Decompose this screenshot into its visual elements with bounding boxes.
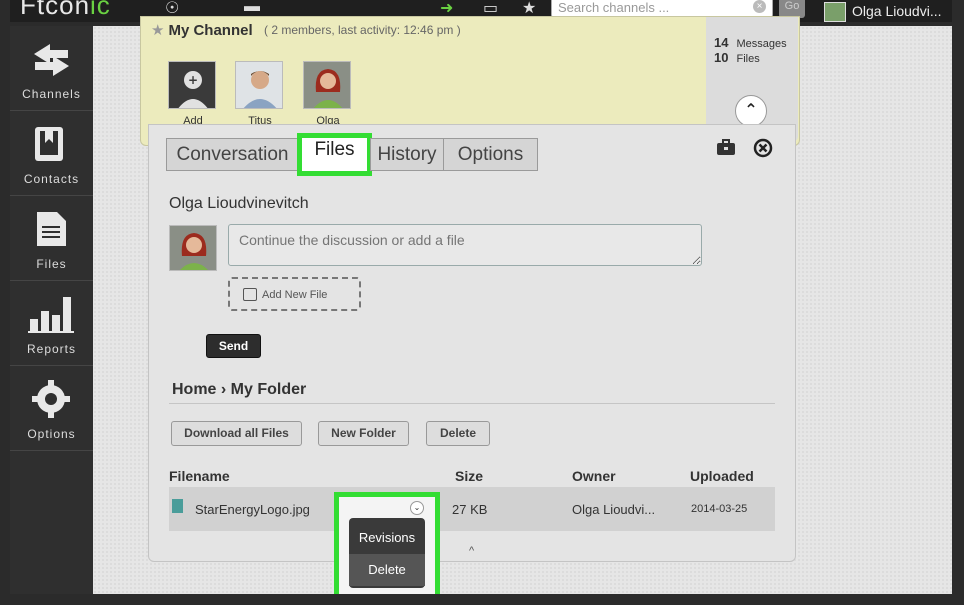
main-content: ★ My Channel ( 2 members, last activity: … — [93, 16, 952, 594]
row-actions-toggle[interactable]: ⌄ — [410, 501, 424, 515]
context-menu: Revisions Delete — [349, 518, 425, 588]
chevron-down-icon: ⌄ — [413, 503, 421, 512]
sidebar-item-options[interactable]: Options — [10, 366, 93, 451]
avatar — [235, 61, 283, 109]
send-button[interactable]: Send — [206, 334, 261, 358]
scroll-up-icon[interactable]: ^ — [469, 545, 474, 557]
member-titus[interactable]: Titus — [235, 61, 285, 127]
new-folder-button[interactable]: New Folder — [318, 421, 409, 446]
svg-text:+: + — [188, 73, 198, 87]
delete-button[interactable]: Delete — [426, 421, 490, 446]
add-member-icon: + — [168, 61, 216, 109]
user-avatar[interactable] — [824, 2, 846, 22]
collapse-button[interactable]: ⌃ — [735, 95, 767, 127]
column-header-uploaded[interactable]: Uploaded — [690, 468, 754, 484]
file-owner: Olga Lioudvi... — [572, 502, 656, 517]
bar-chart-icon — [28, 297, 74, 333]
files-stat: 10 Files — [714, 50, 760, 65]
tab-options[interactable]: Options — [443, 138, 538, 171]
menu-item-delete[interactable]: Delete — [349, 554, 425, 586]
file-uploaded: 2014-03-25 — [691, 503, 748, 515]
divider — [169, 403, 775, 404]
sidebar-item-label: Options — [27, 427, 76, 441]
file-icon — [37, 212, 66, 246]
app-logo[interactable]: Ftconic — [20, 0, 111, 21]
tab-files[interactable]: Files — [297, 133, 372, 176]
sidebar-item-label: Contacts — [23, 172, 80, 186]
sidebar-item-label: Channels — [22, 87, 81, 101]
column-header-owner[interactable]: Owner — [572, 468, 616, 484]
table-row[interactable]: StarEnergyLogo.jpg 27 KB Olga Lioudvi...… — [169, 487, 775, 531]
arrows-icon — [34, 44, 69, 76]
sidebar-item-label: Reports — [26, 342, 77, 356]
column-header-filename[interactable]: Filename — [169, 468, 230, 484]
messages-stat: 14 Messages — [714, 35, 787, 50]
breadcrumb[interactable]: Home › My Folder — [172, 381, 306, 399]
add-member-button[interactable]: + Add — [168, 61, 218, 127]
sidebar-item-contacts[interactable]: Contacts — [10, 111, 93, 196]
window-frame-bottom — [0, 594, 964, 605]
film-icon — [243, 288, 257, 301]
message-input[interactable] — [228, 224, 702, 266]
inbox-icon[interactable]: ▬ — [244, 0, 260, 16]
sidebar-item-label: Files — [36, 257, 67, 271]
file-name[interactable]: StarEnergyLogo.jpg — [195, 502, 310, 517]
avatar — [169, 225, 217, 271]
sidebar: Channels Contacts Files Reports Options — [10, 26, 93, 594]
channel-title: ★ My Channel — [151, 22, 253, 39]
window-frame-left — [0, 0, 10, 605]
tab-conversation[interactable]: Conversation — [166, 138, 299, 171]
tab-history[interactable]: History — [370, 138, 444, 171]
chevron-up-icon: ⌃ — [744, 102, 758, 119]
file-size: 27 KB — [452, 502, 488, 517]
sidebar-item-files[interactable]: Files — [10, 196, 93, 281]
window-frame-right — [952, 0, 964, 605]
avatar — [303, 61, 351, 109]
chevron-down-icon: ▾ — [852, 19, 859, 22]
user-menu[interactable]: Olga Lioudvi... ▾ — [852, 3, 952, 22]
star-icon[interactable]: ★ — [151, 22, 164, 39]
briefcase-icon[interactable] — [716, 138, 736, 158]
download-all-button[interactable]: Download all Files — [171, 421, 302, 446]
channel-meta: ( 2 members, last activity: 12:46 pm ) — [264, 23, 461, 37]
sidebar-item-channels[interactable]: Channels — [10, 26, 93, 111]
author-name: Olga Lioudvinevitch — [169, 195, 309, 212]
gear-icon — [32, 380, 70, 418]
contacts-book-icon — [35, 127, 63, 161]
menu-item-revisions[interactable]: Revisions — [349, 522, 425, 554]
channel-card: Conversation Files History Options Olga … — [148, 124, 796, 562]
image-file-icon — [172, 499, 183, 513]
clear-search-icon[interactable]: × — [753, 0, 766, 13]
close-icon[interactable] — [753, 138, 773, 158]
add-file-button[interactable]: Add New File — [228, 277, 361, 311]
member-olga[interactable]: Olga — [303, 61, 353, 127]
sidebar-item-reports[interactable]: Reports — [10, 281, 93, 366]
file-actions-highlight: ⌄ Revisions Delete — [334, 492, 440, 605]
column-header-size[interactable]: Size — [455, 468, 483, 484]
